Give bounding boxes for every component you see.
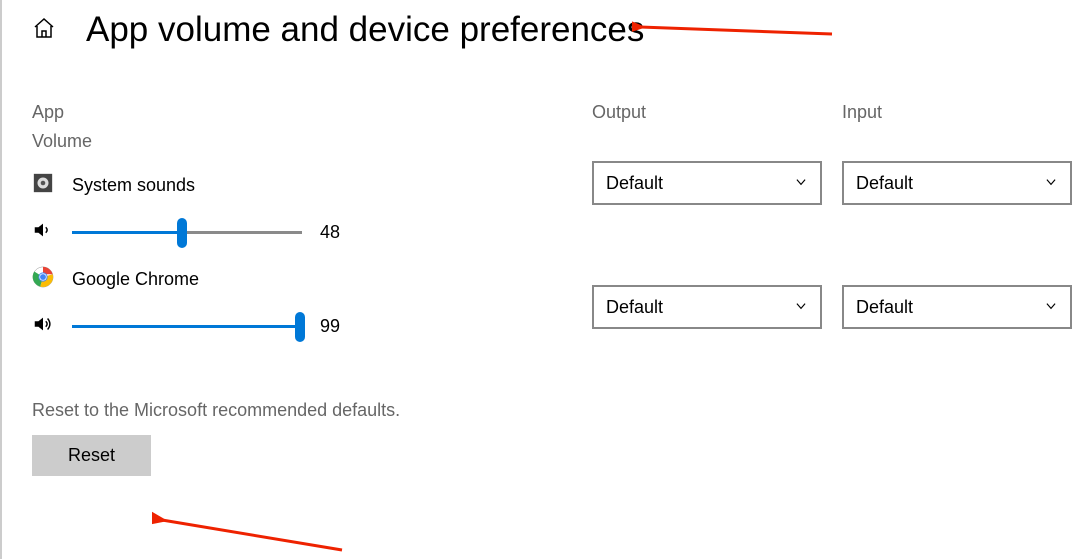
app-row: System sounds [32, 172, 572, 199]
volume-slider-google-chrome[interactable] [72, 317, 302, 337]
column-header-output: Output [592, 102, 822, 123]
home-icon[interactable] [32, 16, 56, 45]
reset-button[interactable]: Reset [32, 435, 151, 476]
app-row: Google Chrome [32, 266, 572, 293]
system-sounds-icon [32, 172, 54, 199]
chevron-down-icon [1044, 173, 1058, 194]
dropdown-value: Default [606, 173, 663, 194]
input-dropdown-system-sounds[interactable]: Default [842, 161, 1072, 205]
output-dropdown-system-sounds[interactable]: Default [592, 161, 822, 205]
speaker-icon[interactable] [32, 313, 54, 340]
reset-description: Reset to the Microsoft recommended defau… [32, 400, 572, 421]
speaker-icon[interactable] [32, 219, 54, 246]
app-name-label: System sounds [72, 175, 195, 196]
column-header-app: App [32, 102, 572, 123]
volume-slider-system-sounds[interactable] [72, 223, 302, 243]
column-header-input: Input [842, 102, 1072, 123]
annotation-arrow-icon [152, 495, 352, 555]
input-dropdown-google-chrome[interactable]: Default [842, 285, 1072, 329]
app-name-label: Google Chrome [72, 269, 199, 290]
volume-value: 99 [320, 316, 360, 337]
chevron-down-icon [794, 297, 808, 318]
column-header-volume: Volume [32, 131, 572, 152]
dropdown-value: Default [856, 297, 913, 318]
dropdown-value: Default [606, 297, 663, 318]
dropdown-value: Default [856, 173, 913, 194]
chevron-down-icon [1044, 297, 1058, 318]
output-dropdown-google-chrome[interactable]: Default [592, 285, 822, 329]
chrome-icon [32, 266, 54, 293]
page-title: App volume and device preferences [86, 10, 644, 50]
volume-value: 48 [320, 222, 360, 243]
chevron-down-icon [794, 173, 808, 194]
